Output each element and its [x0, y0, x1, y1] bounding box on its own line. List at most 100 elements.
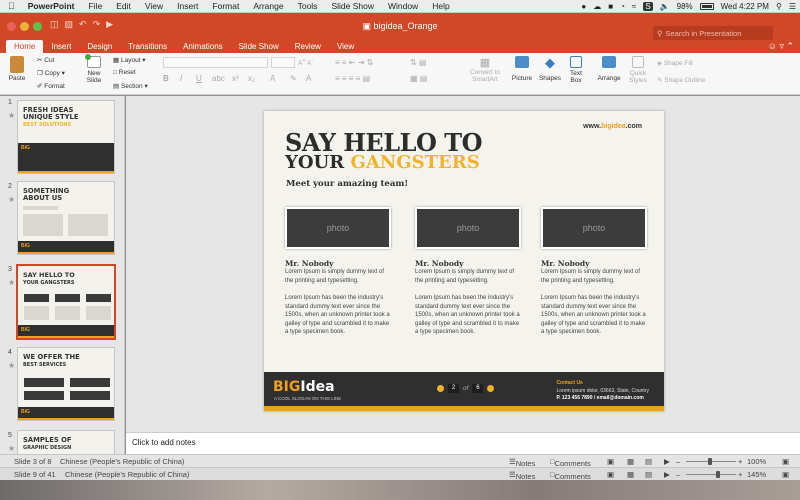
tab-view[interactable]: View	[329, 40, 362, 53]
slide-url[interactable]: www.bigidea.com	[583, 123, 642, 130]
member-name[interactable]: Mr. Nobody	[285, 259, 391, 268]
slogan[interactable]: A COOL SLOGAN ON THIS LINE	[274, 396, 341, 401]
tab-animations[interactable]: Animations	[175, 40, 231, 53]
ghost-icon[interactable]: ●	[581, 2, 586, 11]
zoom-in-icon[interactable]: +	[738, 457, 742, 466]
sorter-view-icon[interactable]: ▦	[627, 457, 634, 466]
account-icon[interactable]: ☺ ▿ ⌃	[768, 41, 794, 52]
bold-button[interactable]: B	[163, 74, 169, 83]
menu-file[interactable]: File	[82, 1, 110, 11]
convert-smartart-button[interactable]: ▦ Convert to SmartArt	[467, 56, 503, 83]
wifi-icon[interactable]: ≈	[632, 2, 636, 11]
tab-review[interactable]: Review	[287, 40, 329, 53]
font-color-icon[interactable]: A	[270, 74, 275, 83]
photo-placeholder[interactable]: photo	[415, 207, 521, 249]
battery-percent[interactable]: 98%	[677, 2, 693, 11]
highlight-icon[interactable]: ✎	[290, 74, 297, 83]
zoom-out-icon[interactable]: –	[676, 470, 680, 479]
fit-slide-icon[interactable]: ▣	[782, 470, 789, 479]
slide[interactable]: www.bigidea.com SAY HELLO TO YOUR GANGST…	[264, 111, 664, 411]
member-text[interactable]: Lorem Ipsum has been the industry's stan…	[541, 294, 647, 337]
paste-button[interactable]: Paste	[5, 56, 29, 82]
team-card[interactable]: photo Mr. Nobody Lorem Ipsum is simply d…	[541, 207, 647, 337]
zoom-level[interactable]: 145%	[747, 470, 766, 479]
align-icon[interactable]: ≡ ≡ ≡ ≡ ▤	[335, 74, 370, 83]
member-name[interactable]: Mr. Nobody	[415, 259, 521, 268]
photo-placeholder[interactable]: photo	[541, 207, 647, 249]
language[interactable]: Chinese (People's Republic of China)	[60, 457, 184, 466]
underline-button[interactable]: U	[196, 74, 202, 83]
notification-center-icon[interactable]: ☰	[789, 2, 796, 11]
alarm-icon[interactable]: ◔	[620, 2, 625, 11]
section-button[interactable]: ▤ Section ▾	[113, 82, 148, 90]
normal-view-icon[interactable]: ▣	[607, 457, 614, 466]
zoom-level[interactable]: 100%	[747, 457, 766, 466]
strikethrough-button[interactable]: abc	[212, 74, 225, 83]
menu-edit[interactable]: Edit	[109, 1, 138, 11]
slideshow-view-icon[interactable]: ▶	[664, 457, 670, 466]
menu-help[interactable]: Help	[425, 1, 456, 11]
menu-format[interactable]: Format	[205, 1, 246, 11]
quick-styles-button[interactable]: Quick Styles	[627, 56, 649, 84]
notes-button[interactable]: ☰ Notes	[509, 457, 535, 468]
reading-view-icon[interactable]: ▤	[645, 457, 652, 466]
font-grow-shrink-icon[interactable]: A+ A-	[298, 58, 313, 67]
menu-app-name[interactable]: PowerPoint	[21, 1, 82, 11]
sorter-view-icon[interactable]: ▦	[627, 470, 634, 479]
tab-transitions[interactable]: Transitions	[120, 40, 175, 53]
tab-design[interactable]: Design	[79, 40, 120, 53]
bigidea-logo[interactable]: BIGIdea	[273, 379, 335, 395]
reset-button[interactable]: □ Reset	[113, 69, 136, 76]
apple-menu-icon[interactable]: 	[0, 1, 21, 11]
font-size-select[interactable]	[271, 57, 295, 68]
text-box-button[interactable]: Text Box	[566, 56, 586, 84]
slide-thumbnail-5[interactable]: SAMPLES OF GRAPHIC DESIGN	[17, 430, 115, 454]
subscript-button[interactable]: x₂	[248, 74, 255, 83]
zoom-slider-knob[interactable]	[708, 458, 712, 465]
text-color-icon[interactable]: A	[306, 74, 311, 83]
menu-slide-show[interactable]: Slide Show	[324, 1, 381, 11]
arrange-button[interactable]: Arrange	[596, 56, 622, 82]
tab-insert[interactable]: Insert	[43, 40, 79, 53]
comments-button[interactable]: □ Comments	[550, 457, 591, 468]
superscript-button[interactable]: x²	[232, 74, 239, 83]
photo-placeholder[interactable]: photo	[285, 207, 391, 249]
member-name[interactable]: Mr. Nobody	[541, 259, 647, 268]
member-text[interactable]: Lorem Ipsum has been the industry's stan…	[285, 294, 391, 337]
columns-icon[interactable]: ▦ ▤	[410, 74, 427, 83]
slide-thumbnail-3[interactable]: SAY HELLO TO YOUR GANGSTERS	[16, 264, 116, 340]
cloud-icon[interactable]: ☁	[593, 2, 601, 11]
contact-block[interactable]: Contact Us Lorem ipsum dolor, 03663, Sta…	[556, 380, 649, 403]
comments-button[interactable]: □ Comments	[550, 470, 591, 481]
search-input[interactable]: ⚲ Search in Presentation	[653, 26, 773, 40]
tab-slide-show[interactable]: Slide Show	[231, 40, 287, 53]
member-text[interactable]: Lorem Ipsum is simply dummy text of the …	[415, 268, 521, 285]
slide-subtitle[interactable]: YOUR GANGSTERS	[285, 152, 480, 173]
app-tray-icon[interactable]: ■	[608, 2, 613, 11]
slide-thumbnail-1[interactable]: FRESH IDEAS UNIQUE STYLE BEST SOLUTIONS	[17, 100, 115, 174]
shape-outline-button[interactable]: ✎ Shape Outline	[657, 76, 705, 84]
slide-thumbnail-4[interactable]: WE OFFER THE BEST SERVICES	[17, 347, 115, 421]
new-slide-button[interactable]: New Slide	[82, 54, 106, 84]
text-direction-icon[interactable]: ⇅ ▤	[410, 58, 426, 67]
format-painter-button[interactable]: ✐ Format	[37, 82, 65, 90]
menu-arrange[interactable]: Arrange	[246, 1, 290, 11]
zoom-slider-knob[interactable]	[716, 471, 720, 478]
team-card[interactable]: photo Mr. Nobody Lorem Ipsum is simply d…	[415, 207, 521, 337]
layout-button[interactable]: ▦ Layout ▾	[113, 56, 146, 64]
language[interactable]: Chinese (People's Republic of China)	[65, 470, 189, 479]
zoom-slider[interactable]	[686, 474, 736, 475]
menu-tools[interactable]: Tools	[291, 1, 325, 11]
font-name-select[interactable]	[163, 57, 268, 68]
shapes-button[interactable]: ◆ Shapes	[538, 56, 562, 83]
slideshow-view-icon[interactable]: ▶	[664, 470, 670, 479]
member-text[interactable]: Lorem Ipsum is simply dummy text of the …	[541, 268, 647, 285]
slide-thumbnails-panel[interactable]: 1 ★ FRESH IDEAS UNIQUE STYLE BEST SOLUTION…	[0, 96, 125, 454]
slide-thumbnail-2[interactable]: SOMETHING ABOUT US	[17, 181, 115, 255]
normal-view-icon[interactable]: ▣	[607, 470, 614, 479]
menu-window[interactable]: Window	[381, 1, 425, 11]
italic-button[interactable]: I	[180, 74, 182, 83]
notes-pane[interactable]: Click to add notes	[126, 432, 800, 454]
menu-view[interactable]: View	[138, 1, 170, 11]
menu-insert[interactable]: Insert	[170, 1, 205, 11]
